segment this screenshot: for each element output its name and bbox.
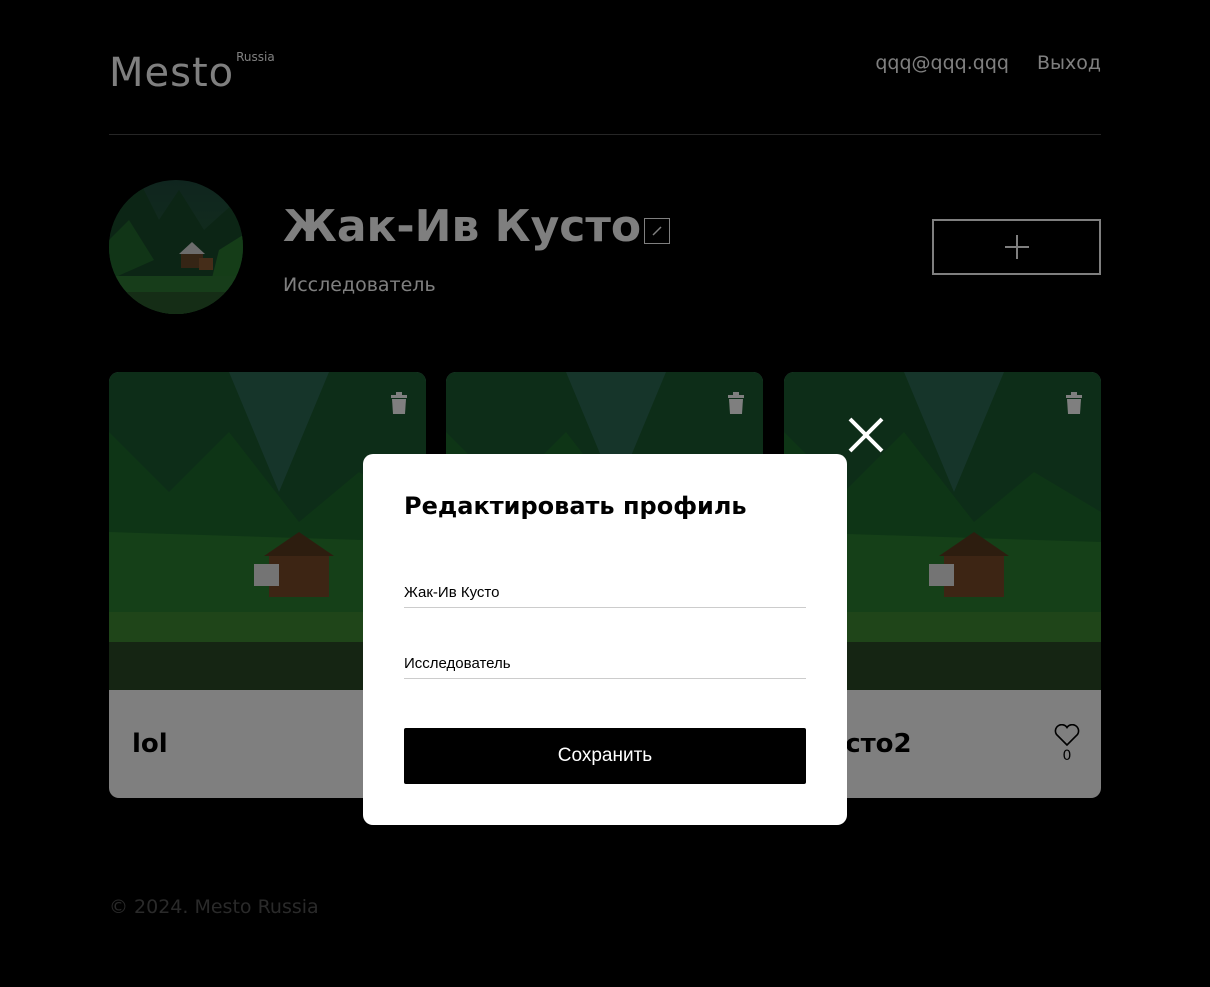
page: Mesto Russia qqq@qqq.qqq Выход Жак-Ив [0,0,1210,987]
close-icon[interactable] [846,415,886,455]
save-button[interactable]: Сохранить [404,728,806,784]
about-input[interactable] [404,649,806,679]
name-input[interactable] [404,578,806,608]
popup-title: Редактировать профиль [404,492,747,520]
edit-profile-popup: Редактировать профиль Сохранить [363,454,847,825]
